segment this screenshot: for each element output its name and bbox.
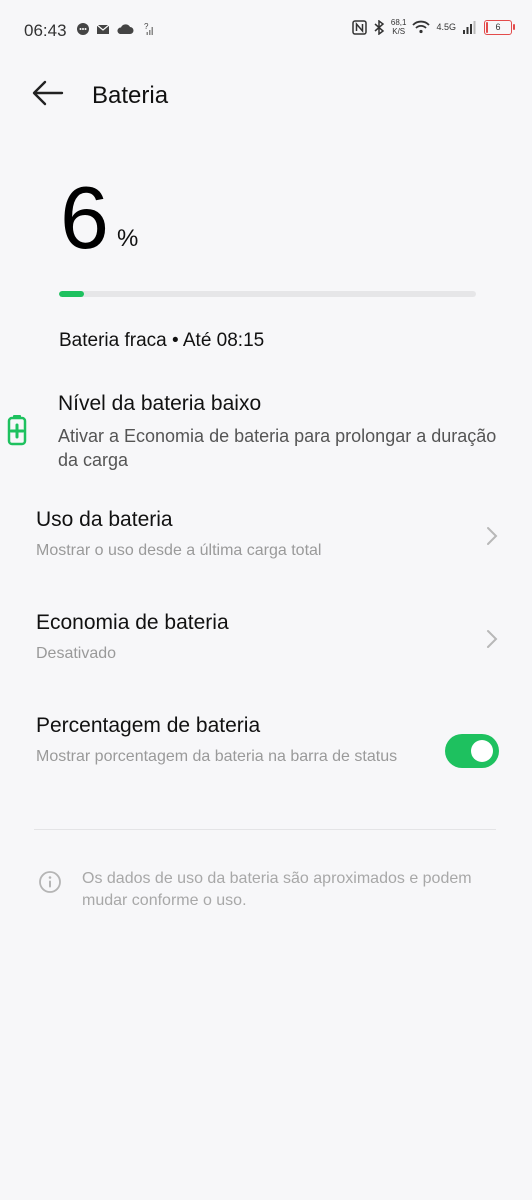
battery-charge-icon: [7, 415, 27, 446]
page-title: Bateria: [92, 82, 169, 109]
battery-level-fill: [59, 291, 85, 297]
status-right-icons: 68,1 K/S 4.5G 6: [352, 18, 515, 36]
cloud-icon: [117, 24, 134, 34]
chat-icon: [77, 23, 89, 35]
wifi-icon: [412, 20, 431, 34]
nfc-icon: [352, 19, 367, 35]
battery-usage-title: Uso da bateria: [36, 508, 173, 531]
signal-icon: [463, 21, 476, 34]
battery-percentage: 6: [60, 168, 109, 267]
battery-saver-subtitle: Desativado: [36, 645, 117, 662]
divider: [34, 829, 496, 830]
battery-percentage-row: Percentagem de bateria Mostrar porcentag…: [0, 714, 532, 794]
low-battery-description: Ativar a Economia de bateria para prolon…: [58, 426, 497, 470]
battery-usage-row[interactable]: Uso da bateria Mostrar o uso desde a últ…: [0, 508, 532, 572]
mail-icon: [96, 24, 110, 34]
battery-level-bar: [59, 291, 476, 297]
status-battery-icon: 6: [484, 19, 515, 35]
info-text: Os dados de uso da bateria são aproximad…: [82, 870, 472, 909]
notification-icons: ?: [76, 22, 154, 36]
percent-sign: %: [117, 225, 139, 252]
battery-usage-subtitle: Mostrar o uso desde a última carga total: [36, 542, 322, 559]
app-header: Bateria: [0, 70, 532, 122]
toggle-knob: [471, 740, 493, 762]
back-button[interactable]: [30, 78, 70, 114]
battery-percentage-title: Percentagem de bateria: [36, 714, 261, 737]
battery-status-text: Bateria fraca • Até 08:15: [59, 330, 265, 351]
battery-saver-title: Economia de bateria: [36, 611, 229, 634]
no-signal-icon: ?: [144, 22, 153, 35]
network-type: 4.5G: [436, 22, 456, 32]
arrow-left-icon: [32, 80, 64, 106]
net-speed: 68,1 K/S: [390, 18, 407, 36]
status-bar: 06:43 ? 68,1 K/S 4.5G 6: [0, 0, 532, 60]
status-time: 06:43: [24, 21, 67, 40]
battery-saver-row[interactable]: Economia de bateria Desativado: [0, 611, 532, 675]
low-battery-title: Nível da bateria baixo: [58, 392, 262, 415]
low-battery-suggestion[interactable]: Nível da bateria baixo Ativar a Economia…: [0, 390, 532, 480]
chevron-right-icon: [487, 527, 498, 545]
battery-percentage-toggle[interactable]: [445, 734, 499, 768]
info-icon: [39, 871, 61, 893]
svg-text:?: ?: [144, 22, 149, 31]
bluetooth-icon: [374, 19, 385, 35]
chevron-right-icon: [487, 630, 498, 648]
battery-percentage-subtitle: Mostrar porcentagem da bateria na barra …: [36, 748, 398, 765]
